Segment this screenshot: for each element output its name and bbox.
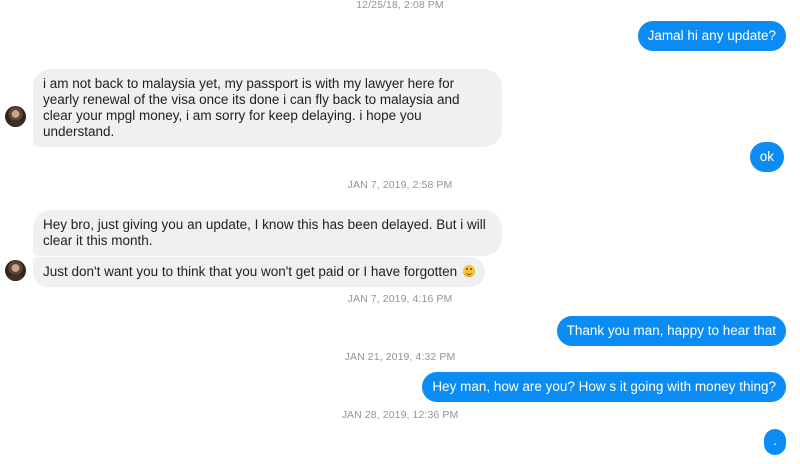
contact-avatar[interactable] bbox=[5, 260, 26, 281]
message-outgoing[interactable]: ok bbox=[749, 142, 784, 172]
message-text: Just don't want you to think that you wo… bbox=[43, 264, 458, 279]
timestamp: JAN 21, 2019, 4:32 PM bbox=[344, 351, 456, 363]
timestamp: JAN 7, 2019, 2:58 PM bbox=[347, 179, 453, 191]
timestamp: JAN 28, 2019, 12:36 PM bbox=[341, 409, 459, 421]
message-outgoing[interactable]: . bbox=[764, 429, 786, 455]
message-outgoing[interactable]: Thank you man, happy to hear that bbox=[556, 316, 786, 346]
contact-avatar[interactable] bbox=[5, 106, 26, 127]
message-outgoing[interactable]: Jamal hi any update? bbox=[637, 21, 786, 51]
message-outgoing[interactable]: Hey man, how are you? How s it going wit… bbox=[422, 372, 786, 402]
message-incoming[interactable]: Hey bro, just giving you an update, I kn… bbox=[33, 210, 502, 256]
timestamp: 12/25/18, 2:08 PM bbox=[356, 0, 444, 11]
message-incoming[interactable]: Just don't want you to think that you wo… bbox=[33, 257, 485, 287]
smiley-emoji-icon bbox=[462, 265, 475, 277]
message-incoming[interactable]: i am not back to malaysia yet, my passpo… bbox=[33, 69, 502, 147]
timestamp: JAN 7, 2019, 4:16 PM bbox=[347, 293, 453, 305]
